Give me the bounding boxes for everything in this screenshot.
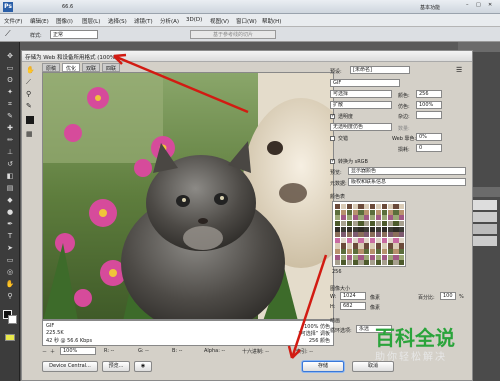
watermark-subtitle: 助你轻松解决 xyxy=(375,352,447,363)
watermark-title: 百科全说 xyxy=(375,326,455,350)
arrow-to-save xyxy=(290,254,328,359)
arrow-to-title xyxy=(113,54,249,114)
watermark: 百科全说 助你轻松解决 xyxy=(375,322,495,372)
